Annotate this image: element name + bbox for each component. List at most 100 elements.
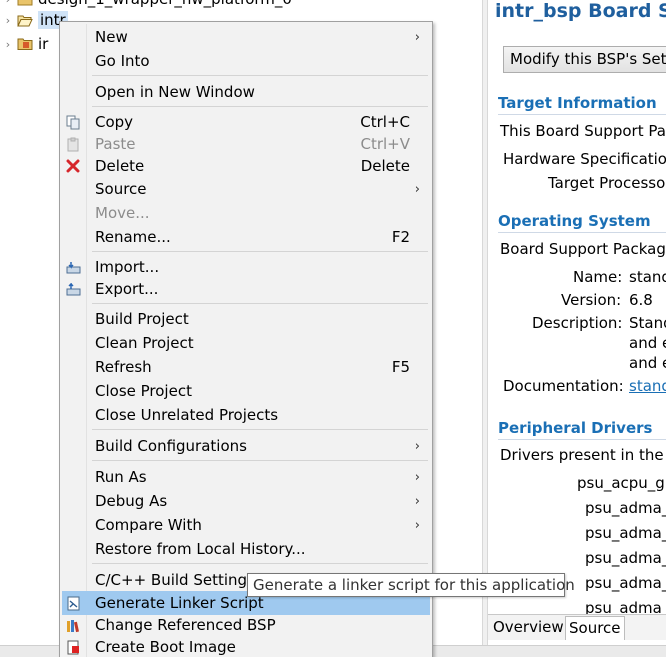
- menu-item-label: Import...: [95, 258, 160, 276]
- chevron-right-icon[interactable]: ›: [0, 0, 16, 6]
- chevron-right-icon[interactable]: ›: [0, 38, 16, 51]
- driver-list-item: psu_adma_: [585, 524, 666, 542]
- menu-item-clean-project[interactable]: Clean Project: [62, 331, 430, 355]
- peripheral-drivers-heading: Peripheral Drivers: [498, 419, 653, 437]
- menu-item-label: Build Configurations: [95, 437, 247, 455]
- os-text: Board Support Package: [500, 240, 666, 258]
- menu-item-shortcut: Delete: [360, 157, 410, 175]
- tree-item-intr[interactable]: › intr: [0, 9, 68, 31]
- menu-item-label: Paste: [95, 135, 136, 153]
- submenu-arrow-icon: ›: [414, 438, 420, 454]
- menu-separator: [92, 75, 428, 76]
- menu-item-label: Open in New Window: [95, 83, 255, 101]
- menu-item-label: Rename...: [95, 228, 171, 246]
- menu-item-label: Source: [95, 180, 147, 198]
- menu-item-open-in-new-window[interactable]: Open in New Window: [62, 80, 430, 104]
- tree-item-label: ir: [38, 35, 49, 53]
- drivers-text: Drivers present in the B: [500, 446, 666, 464]
- menu-item-build-project[interactable]: Build Project: [62, 307, 430, 331]
- modify-bsp-settings-button[interactable]: Modify this BSP's Setti: [503, 46, 666, 73]
- driver-list-item: psu_adma_: [585, 574, 666, 592]
- menu-item-export[interactable]: Export...: [62, 277, 430, 301]
- menu-separator: [92, 303, 428, 304]
- menu-item-paste[interactable]: Paste Ctrl+V: [62, 132, 430, 156]
- menu-item-build-configurations[interactable]: Build Configurations ›: [62, 434, 430, 458]
- menu-item-refresh[interactable]: Refresh F5: [62, 355, 430, 379]
- chevron-right-icon[interactable]: ›: [0, 14, 16, 27]
- menu-item-shortcut: F5: [391, 358, 410, 376]
- menu-item-label: Generate Linker Script: [95, 594, 264, 612]
- menu-item-delete[interactable]: Delete Delete: [62, 154, 430, 178]
- driver-list-item: psu_adma_: [585, 549, 666, 567]
- bsp-project-icon: [16, 37, 34, 51]
- menu-item-change-referenced-bsp[interactable]: Change Referenced BSP: [62, 613, 430, 637]
- menu-item-label: Close Project: [95, 382, 192, 400]
- section-divider: [498, 114, 666, 115]
- submenu-arrow-icon: ›: [414, 517, 420, 533]
- tree-item-label: design_1_wrapper_hw_platform_0: [38, 0, 292, 8]
- os-name-value: stand: [629, 268, 666, 286]
- paste-icon: [65, 136, 81, 152]
- os-description-value: and e: [629, 334, 666, 352]
- menu-item-label: Change Referenced BSP: [95, 616, 276, 634]
- export-icon: [65, 281, 81, 297]
- target-processor-label: Target Processo: [548, 174, 666, 192]
- hw-spec-label: Hardware Specification: [503, 150, 666, 168]
- os-documentation-label: Documentation:: [503, 377, 624, 395]
- menu-item-rename[interactable]: Rename... F2: [62, 225, 430, 249]
- open-folder-icon: [16, 13, 34, 27]
- menu-separator: [92, 460, 428, 461]
- menu-item-create-boot-image[interactable]: Create Boot Image: [62, 635, 430, 657]
- menu-item-label: Build Project: [95, 310, 189, 328]
- menu-item-label: C/C++ Build Settings: [95, 571, 255, 589]
- menu-item-shortcut: F2: [391, 228, 410, 246]
- menu-separator: [92, 429, 428, 430]
- menu-item-label: Export...: [95, 280, 159, 298]
- os-version-value: 6.8: [629, 291, 653, 309]
- os-version-label: Version:: [561, 291, 622, 309]
- tab-source[interactable]: Source: [565, 616, 625, 640]
- menu-tooltip: Generate a linker script for this applic…: [247, 573, 575, 597]
- menu-item-compare-with[interactable]: Compare With ›: [62, 513, 430, 537]
- menu-item-move[interactable]: Move...: [62, 201, 430, 225]
- menu-item-label: Debug As: [95, 492, 168, 510]
- submenu-arrow-icon: ›: [414, 493, 420, 509]
- submenu-arrow-icon: ›: [414, 181, 420, 197]
- target-info-heading: Target Information: [498, 94, 657, 112]
- driver-list-item: psu_adma_: [585, 499, 666, 517]
- os-heading: Operating System: [498, 212, 651, 230]
- menu-item-close-unrelated-projects[interactable]: Close Unrelated Projects: [62, 403, 430, 427]
- os-description-value: and e: [629, 354, 666, 372]
- menu-item-label: Compare With: [95, 516, 202, 534]
- menu-item-shortcut: Ctrl+C: [360, 113, 410, 131]
- menu-item-debug-as[interactable]: Debug As ›: [62, 489, 430, 513]
- menu-item-source[interactable]: Source ›: [62, 177, 430, 201]
- menu-item-copy[interactable]: Copy Ctrl+C: [62, 110, 430, 134]
- tab-overview[interactable]: Overview: [490, 616, 567, 640]
- tree-item-bsp[interactable]: › ir: [0, 33, 49, 55]
- editor-title: intr_bsp Board Sup: [495, 0, 666, 22]
- linker-script-icon: [65, 595, 81, 611]
- menu-item-label: Go Into: [95, 52, 150, 70]
- submenu-arrow-icon: ›: [414, 29, 420, 45]
- menu-item-label: Move...: [95, 204, 150, 222]
- menu-item-label: Close Unrelated Projects: [95, 406, 279, 424]
- submenu-arrow-icon: ›: [414, 469, 420, 485]
- menu-item-label: Restore from Local History...: [95, 540, 306, 558]
- os-description-label: Description:: [532, 314, 623, 332]
- menu-item-go-into[interactable]: Go Into: [62, 49, 430, 73]
- section-divider: [498, 439, 666, 440]
- menu-item-import[interactable]: Import...: [62, 255, 430, 279]
- menu-item-label: Delete: [95, 157, 145, 175]
- menu-separator: [92, 106, 428, 107]
- menu-item-new[interactable]: New ›: [62, 25, 430, 49]
- folder-icon: [16, 0, 34, 6]
- os-name-label: Name:: [573, 268, 623, 286]
- menu-item-close-project[interactable]: Close Project: [62, 379, 430, 403]
- red-x-delete-icon: [65, 158, 81, 174]
- menu-item-restore-local-history[interactable]: Restore from Local History...: [62, 537, 430, 561]
- menu-separator: [92, 251, 428, 252]
- menu-item-label: Copy: [95, 113, 134, 131]
- os-documentation-link[interactable]: stand: [629, 377, 666, 395]
- menu-item-run-as[interactable]: Run As ›: [62, 465, 430, 489]
